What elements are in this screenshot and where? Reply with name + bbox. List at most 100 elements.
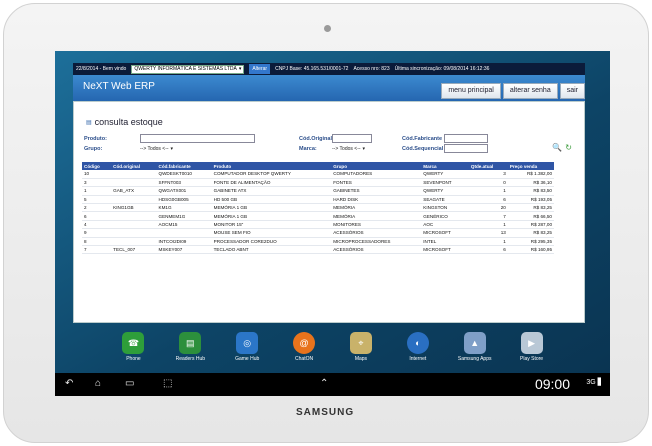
cell-codigo: 6 bbox=[82, 211, 112, 221]
recent-apps-icon[interactable]: ▭ bbox=[125, 378, 134, 389]
dock-app-game-hub[interactable]: ◎ Game Hub bbox=[224, 329, 270, 373]
dock-app-chaton[interactable]: @ ChatON bbox=[281, 329, 327, 373]
cell-preco: R$ 160,95 bbox=[507, 245, 554, 255]
cod-sequencial-input[interactable] bbox=[444, 144, 488, 153]
table-row[interactable]: 4 AOCM15 MONITOR 15" MONITORES AOC 1 R$ 287,00 bbox=[82, 220, 554, 230]
back-icon[interactable]: ↶ bbox=[65, 378, 73, 389]
cell-cod-original: KING1GB bbox=[111, 203, 157, 213]
cod-fabricante-label: Cód.Fabricante bbox=[402, 136, 443, 142]
table-row[interactable]: 2 KING1GB KM1G MEMÓRIA 1 GB MEMÓRIA KINGSTON 2… bbox=[82, 203, 554, 213]
cod-sequencial-label: Cód.Sequencial bbox=[402, 146, 444, 152]
tab-alterar-senha[interactable]: alterar senha bbox=[502, 83, 558, 99]
play-store-icon: ▶ bbox=[520, 332, 543, 354]
map-icon: ⌖ bbox=[349, 332, 372, 354]
tab-menu-principal[interactable]: menu principal bbox=[441, 83, 501, 99]
table-row[interactable]: 10 QWDESKT0010 COMPUTADOR DESKTOP QWERTY CO… bbox=[82, 170, 554, 179]
cell-marca: QWERTY bbox=[421, 186, 469, 196]
marca-select[interactable]: --> Todos <-- ▾ bbox=[332, 145, 365, 153]
cell-codigo: 3 bbox=[82, 178, 112, 188]
col-qtde-atual[interactable]: Qtde.atual bbox=[468, 162, 508, 170]
produto-input[interactable] bbox=[140, 134, 255, 143]
cell-qtde: 6 bbox=[468, 245, 508, 255]
col-preco-venda[interactable]: Preço venda bbox=[507, 162, 554, 170]
table-row[interactable]: 6 GENMEM1G MEMÓRIA 1 GB MEMÓRIA GENÉRICO 7 R$ … bbox=[82, 211, 554, 221]
cell-cod-fabricante: INTCOI2DI09 bbox=[156, 237, 212, 247]
refresh-icon[interactable]: ↻ bbox=[565, 143, 572, 152]
date-welcome: 22/8/2014 - Bem vindo bbox=[76, 66, 127, 72]
signal-icon: 3G ▋ bbox=[586, 379, 603, 386]
table-row[interactable]: 8 INTCOI2DI09 PROCESSADOR CORE2DUO MICROPRO… bbox=[82, 237, 554, 247]
col-codigo[interactable]: Código bbox=[82, 162, 112, 170]
cell-qtde: 7 bbox=[468, 211, 508, 221]
grupo-select[interactable]: --> Todos <-- ▾ bbox=[140, 145, 173, 153]
cell-preco: R$ 66,50 bbox=[507, 211, 554, 221]
cell-cod-original bbox=[111, 228, 157, 238]
cell-marca: SEAGATE bbox=[421, 195, 469, 205]
col-cod-fabricante[interactable]: Cód.fabricante bbox=[156, 162, 212, 170]
cell-codigo: 1 bbox=[82, 186, 112, 196]
globe-icon: ◐ bbox=[406, 332, 429, 354]
nav-tabs: menu principal alterar senha sair bbox=[441, 83, 585, 99]
table-row[interactable]: 7 TECL_007 MSKEY007 TECLADO ABNT ACESSÓRIOS M… bbox=[82, 245, 554, 255]
dock-app-phone[interactable]: ☎ Phone bbox=[110, 329, 156, 373]
main-content: ▤ consulta estoque Produto: Grupo: --> T… bbox=[73, 101, 585, 323]
apps-icon: ▲ bbox=[463, 332, 486, 354]
dock-app-internet[interactable]: ◐ Internet bbox=[395, 329, 441, 373]
cnpj-text: CNPJ Base: 45.165.531/0001-72 bbox=[275, 66, 349, 72]
tab-sair[interactable]: sair bbox=[559, 83, 585, 99]
cell-cod-fabricante: GENMEM1G bbox=[156, 211, 212, 221]
cod-original-label: Cód.Original bbox=[299, 136, 332, 142]
dock-app-maps[interactable]: ⌖ Maps bbox=[338, 329, 384, 373]
col-produto[interactable]: Produto bbox=[211, 162, 332, 170]
dock-app-play-store[interactable]: ▶ Play Store bbox=[509, 329, 555, 373]
filter-tools: 🔍 ↻ bbox=[552, 143, 572, 152]
cell-produto: COMPUTADOR DESKTOP QWERTY bbox=[211, 170, 332, 179]
cell-preco: R$ 1.382,00 bbox=[507, 170, 554, 179]
sync-text: Última sincronização: 09/08/2014 16:12:3… bbox=[394, 66, 490, 72]
company-select[interactable]: QWERTY INFORMÁTICA E SISTEMAS LTDA ▾ bbox=[131, 64, 245, 74]
cod-original-input[interactable] bbox=[332, 134, 372, 143]
home-icon[interactable]: ⌂ bbox=[95, 378, 101, 389]
cell-qtde: 1 bbox=[468, 220, 508, 230]
cell-qtde: 20 bbox=[468, 203, 508, 213]
cell-grupo: MICROPROCESSADORES bbox=[331, 237, 422, 247]
screenshot-icon[interactable]: ⬚ bbox=[163, 378, 172, 389]
search-icon[interactable]: 🔍 bbox=[552, 143, 562, 152]
access-text: Acesso nro: 823 bbox=[353, 66, 390, 72]
cell-codigo: 7 bbox=[82, 245, 112, 255]
clock: 09:00 bbox=[534, 376, 570, 392]
cell-marca: SEVENPONT bbox=[421, 178, 469, 188]
chevron-down-icon: ▾ bbox=[170, 146, 174, 152]
table-row[interactable]: 9 MOUSE SEM FIO ACESSÓRIOS MICROSOFT 13 R$ 83… bbox=[82, 228, 554, 238]
cell-marca: MICROSOFT bbox=[421, 245, 469, 255]
cell-preco: R$ 83,25 bbox=[507, 203, 554, 213]
cell-qtde: 6 bbox=[468, 195, 508, 205]
cell-produto: MOUSE SEM FIO bbox=[211, 228, 332, 238]
table-row[interactable]: 3 SFFNT003 FONTE DE ALIMENTAÇÃO FONTES SEVEN… bbox=[82, 178, 554, 188]
app-header: NeXT Web ERP menu principal alterar senh… bbox=[73, 75, 585, 101]
cell-grupo: ACESSÓRIOS bbox=[331, 245, 422, 255]
col-marca[interactable]: Marca bbox=[421, 162, 469, 170]
chevron-up-icon[interactable]: ⌃ bbox=[320, 378, 328, 389]
cell-grupo: MEMÓRIA bbox=[331, 211, 422, 221]
table-row[interactable]: 1 GAB_ATX QWGATX001 GABINETE ATX GABINETES QW… bbox=[82, 186, 554, 196]
col-cod-original[interactable]: Cód.original bbox=[111, 162, 157, 170]
col-grupo[interactable]: Grupo bbox=[331, 162, 422, 170]
cell-preco: R$ 295,35 bbox=[507, 237, 554, 247]
dock-app-samsung-apps[interactable]: ▲ Samsung Apps bbox=[452, 329, 498, 373]
app-title: NeXT Web ERP bbox=[83, 81, 155, 92]
cell-grupo: FONTES bbox=[331, 178, 422, 188]
table-row[interactable]: 5 HDSG0GB005 HD 500 GB HARD DISK SEAGATE 6 R$ … bbox=[82, 195, 554, 205]
change-company-button[interactable]: Alterar bbox=[249, 64, 271, 74]
cell-cod-original bbox=[111, 195, 157, 205]
cell-cod-fabricante: HDSG0GB005 bbox=[156, 195, 212, 205]
cell-produto: MEMÓRIA 1 GB bbox=[211, 211, 332, 221]
cell-preco: R$ 83,25 bbox=[507, 228, 554, 238]
cell-grupo: MONITORES bbox=[331, 220, 422, 230]
dock-app-readers-hub[interactable]: ▤ Readers Hub bbox=[167, 329, 213, 373]
cell-codigo: 5 bbox=[82, 195, 112, 205]
cell-grupo: ACESSÓRIOS bbox=[331, 228, 422, 238]
cell-marca: KINGSTON bbox=[421, 203, 469, 213]
cell-cod-fabricante bbox=[156, 228, 212, 238]
cod-fabricante-input[interactable] bbox=[444, 134, 488, 143]
